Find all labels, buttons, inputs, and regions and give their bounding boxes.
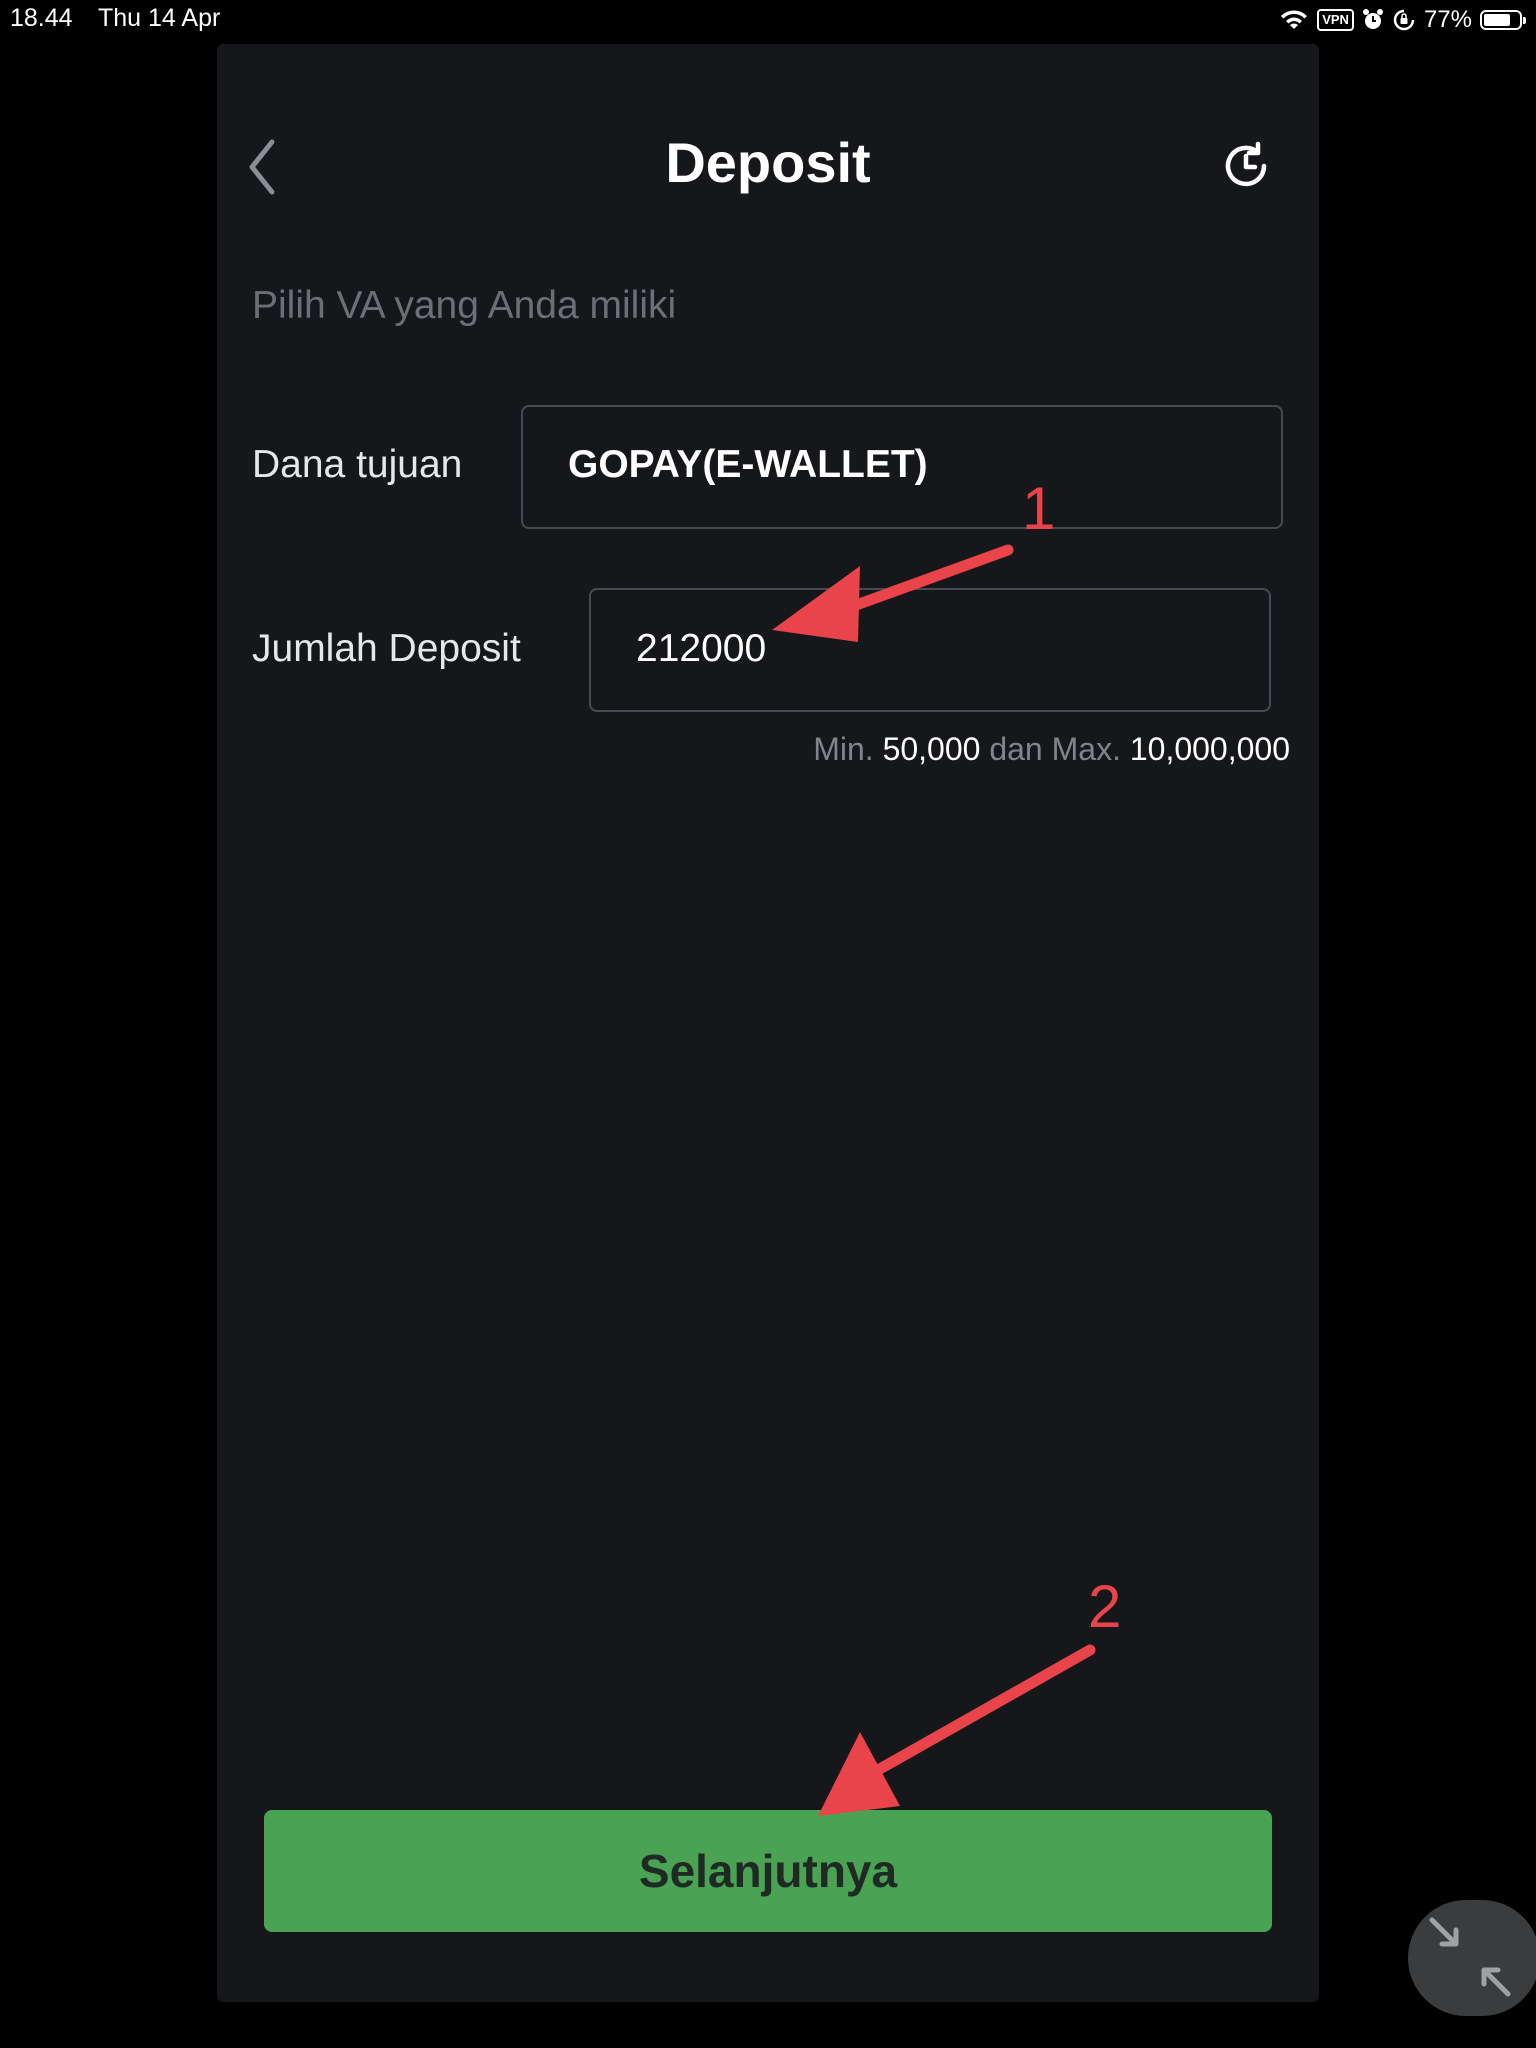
amount-value: 212000 xyxy=(636,627,767,670)
hint-max-value: 10,000,000 xyxy=(1129,731,1290,767)
battery-icon xyxy=(1480,10,1526,30)
vpn-badge: VPN xyxy=(1317,9,1354,31)
collapse-floating-button[interactable] xyxy=(1408,1900,1536,2016)
battery-level xyxy=(1484,14,1510,26)
hint-mid-text: dan Max. xyxy=(989,731,1121,767)
next-button[interactable]: Selanjutnya xyxy=(264,1810,1272,1932)
hint-min-value: 50,000 xyxy=(882,731,981,767)
rotation-lock-icon xyxy=(1393,9,1415,31)
status-indicators: VPN 77% xyxy=(1279,4,1526,36)
destination-value: GOPAY(E-WALLET) xyxy=(568,443,928,486)
collapse-arrows-icon xyxy=(1429,1917,1511,1997)
destination-label: Dana tujuan xyxy=(252,443,463,486)
wifi-icon xyxy=(1281,10,1308,29)
hint-min-prefix: Min. xyxy=(813,731,874,767)
annotation-marker-1: 1 xyxy=(1022,475,1056,542)
amount-label: Jumlah Deposit xyxy=(252,627,521,670)
status-bar: 18.44 Thu 14 Apr VPN 77% xyxy=(0,0,1536,40)
status-date: Thu 14 Apr xyxy=(98,4,221,32)
page-title: Deposit xyxy=(665,131,871,194)
form-subtitle: Pilih VA yang Anda miliki xyxy=(252,284,677,327)
annotation-marker-2: 2 xyxy=(1088,1573,1122,1640)
history-clock-icon[interactable] xyxy=(1218,138,1274,194)
alarm-icon xyxy=(1362,9,1383,29)
amount-limit-hint: Min. 50,000 dan Max. 10,000,000 xyxy=(813,731,1290,768)
deposit-panel xyxy=(217,44,1319,2002)
status-time: 18.44 xyxy=(10,4,73,32)
battery-percent: 77% xyxy=(1423,6,1472,33)
